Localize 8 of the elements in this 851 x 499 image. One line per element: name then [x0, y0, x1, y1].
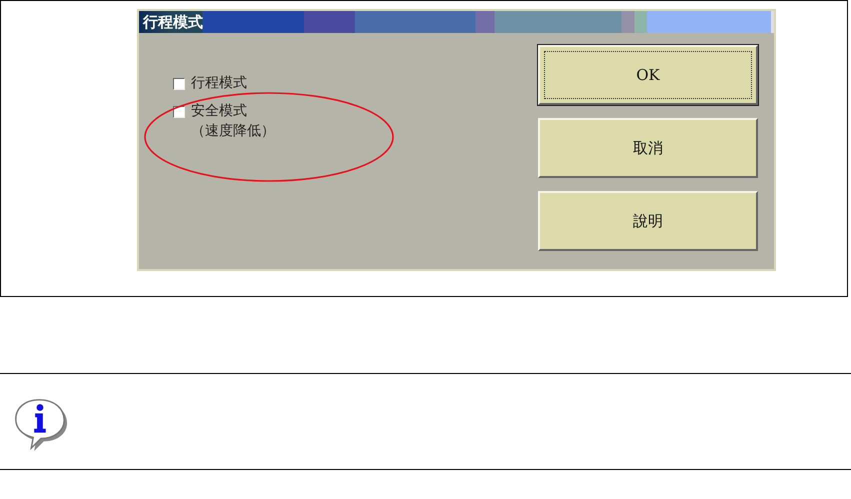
dialog-button[interactable]: 說明 — [538, 191, 758, 251]
dialog-button[interactable]: OK — [538, 45, 758, 105]
checkbox-label: 安全模式 — [191, 103, 248, 119]
checkbox-note: （速度降低） — [191, 123, 275, 139]
checkbox[interactable] — [173, 78, 185, 90]
dialog-button[interactable]: 取消 — [538, 118, 758, 178]
checkbox-label: 行程模式 — [191, 75, 247, 91]
window-title: 行程模式 — [143, 12, 203, 32]
